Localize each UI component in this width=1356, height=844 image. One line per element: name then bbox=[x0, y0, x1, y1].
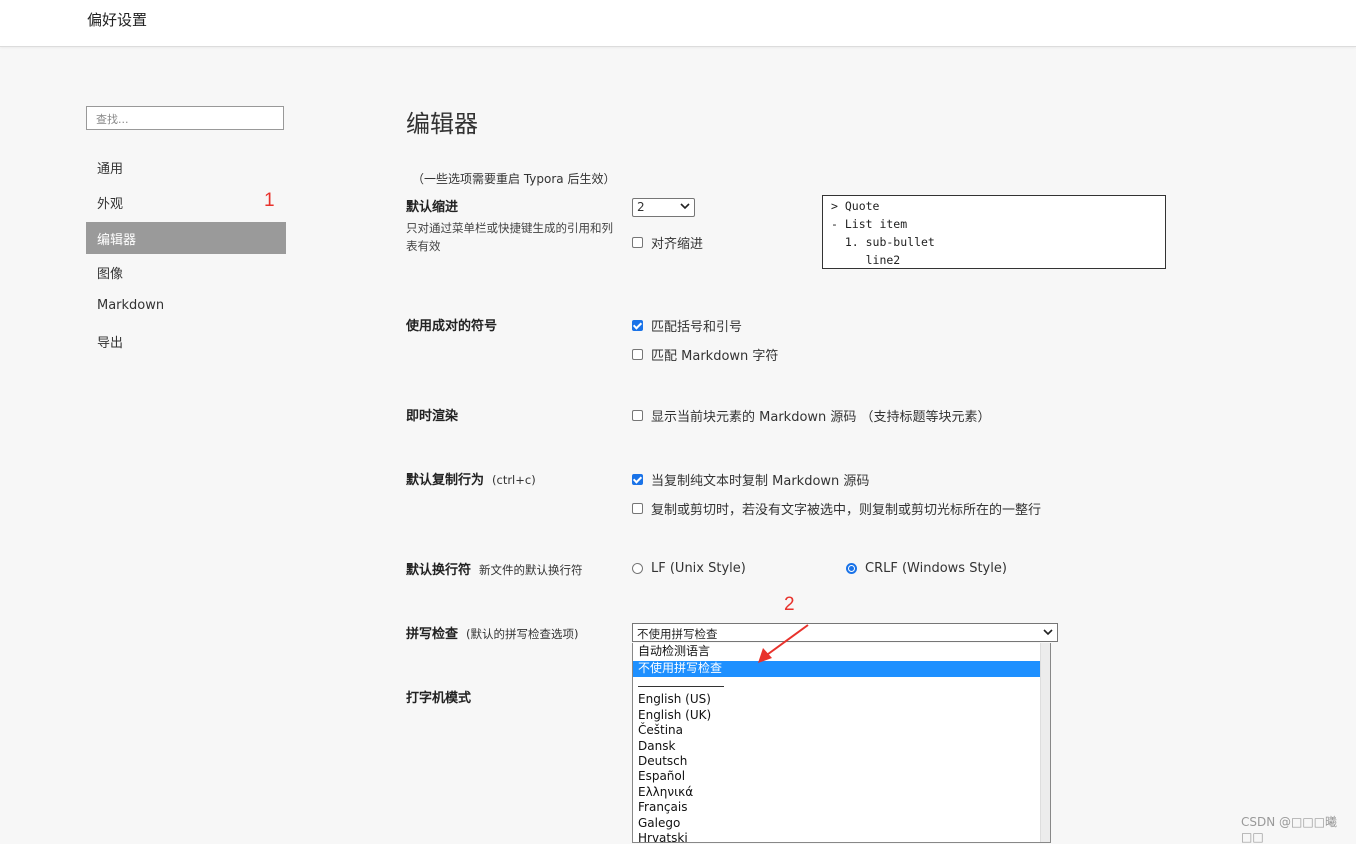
sidebar-item-general[interactable]: 通用 bbox=[86, 151, 286, 183]
match-markdown-option[interactable]: 匹配 Markdown 字符 bbox=[632, 345, 778, 364]
show-source-label: 显示当前块元素的 Markdown 源码 （支持标题等块元素） bbox=[651, 410, 991, 425]
dropdown-option[interactable]: Dansk bbox=[633, 739, 1043, 755]
chevron-down-icon bbox=[680, 203, 690, 210]
dropdown-option-selected[interactable]: 不使用拼写检查 bbox=[633, 661, 1043, 677]
line-ending-label: 默认换行符 新文件的默认换行符 bbox=[406, 559, 583, 578]
title-bar: 偏好设置 bbox=[0, 0, 1356, 47]
dropdown-option[interactable]: English (US) bbox=[633, 692, 1043, 708]
spell-label: 拼写检查 (默认的拼写检查选项) bbox=[406, 623, 579, 642]
indent-label: 默认缩进 bbox=[406, 200, 459, 215]
copy-line-label: 复制或剪切时，若没有文字被选中，则复制或剪切光标所在的一整行 bbox=[651, 503, 1042, 518]
copy-markdown-label: 当复制纯文本时复制 Markdown 源码 bbox=[651, 474, 870, 489]
dropdown-option[interactable]: Galego bbox=[633, 816, 1043, 832]
match-brackets-checkbox[interactable] bbox=[632, 320, 643, 331]
match-markdown-label: 匹配 Markdown 字符 bbox=[651, 349, 779, 364]
live-render-label: 即时渲染 bbox=[406, 409, 459, 424]
dropdown-separator bbox=[638, 686, 724, 687]
match-brackets-option[interactable]: 匹配括号和引号 bbox=[632, 316, 742, 335]
annotation-marker-2: 2 bbox=[784, 594, 795, 615]
crlf-label: CRLF (Windows Style) bbox=[865, 561, 1007, 576]
sidebar-item-export[interactable]: 导出 bbox=[86, 325, 286, 357]
chevron-down-icon bbox=[1043, 629, 1053, 636]
dropdown-option[interactable]: 自动检测语言 bbox=[633, 644, 1043, 660]
preview-line: - List item bbox=[831, 217, 908, 231]
copy-label: 默认复制行为 (ctrl+c) bbox=[406, 469, 536, 488]
spell-select[interactable]: 不使用拼写检查 bbox=[632, 623, 1058, 642]
lf-radio[interactable] bbox=[632, 563, 643, 574]
lf-option[interactable]: LF (Unix Style) bbox=[632, 561, 746, 576]
align-indent-option[interactable]: 对齐缩进 bbox=[632, 233, 703, 252]
show-source-checkbox[interactable] bbox=[632, 410, 643, 421]
pairs-label: 使用成对的符号 bbox=[406, 319, 498, 334]
dropdown-option[interactable]: English (UK) bbox=[633, 708, 1043, 724]
copy-markdown-checkbox[interactable] bbox=[632, 474, 643, 485]
window-title: 偏好设置 bbox=[87, 11, 148, 29]
typewriter-label: 打字机模式 bbox=[406, 691, 472, 706]
spell-dropdown: 自动检测语言 不使用拼写检查 English (US) English (UK)… bbox=[632, 643, 1051, 843]
page-title: 编辑器 bbox=[406, 110, 478, 138]
dropdown-option[interactable]: Ελληνικά bbox=[633, 785, 1043, 801]
sidebar-item-markdown[interactable]: Markdown bbox=[86, 291, 286, 323]
copy-line-checkbox[interactable] bbox=[632, 503, 643, 514]
sidebar-item-image[interactable]: 图像 bbox=[86, 256, 286, 288]
dropdown-option[interactable]: Čeština bbox=[633, 723, 1043, 739]
copy-label-text: 默认复制行为 bbox=[406, 473, 485, 488]
watermark: CSDN @□□□曦□□ bbox=[1241, 815, 1338, 844]
show-source-option[interactable]: 显示当前块元素的 Markdown 源码 （支持标题等块元素） bbox=[632, 406, 991, 425]
lf-label: LF (Unix Style) bbox=[651, 561, 746, 576]
match-markdown-checkbox[interactable] bbox=[632, 349, 643, 360]
preview-line: 1. sub-bullet bbox=[831, 235, 935, 249]
line-ending-label-text: 默认换行符 bbox=[406, 563, 472, 578]
spell-select-value: 不使用拼写检查 bbox=[637, 627, 718, 641]
annotation-marker-1: 1 bbox=[264, 190, 275, 211]
indent-select[interactable]: 2 bbox=[632, 198, 695, 217]
spell-label-text: 拼写检查 bbox=[406, 627, 459, 642]
restart-note: （一些选项需要重启 Typora 后生效） bbox=[412, 172, 616, 186]
indent-preview: > Quote - List item 1. sub-bullet line2 bbox=[822, 195, 1166, 269]
spell-label-sub: (默认的拼写检查选项) bbox=[466, 627, 579, 641]
dropdown-option[interactable]: Hrvatski bbox=[633, 831, 1043, 842]
sidebar-item-appearance[interactable]: 外观 bbox=[86, 186, 286, 218]
dropdown-option[interactable]: Deutsch bbox=[633, 754, 1043, 770]
copy-markdown-option[interactable]: 当复制纯文本时复制 Markdown 源码 bbox=[632, 470, 869, 489]
match-brackets-label: 匹配括号和引号 bbox=[651, 320, 743, 335]
preview-line: line2 bbox=[831, 253, 901, 267]
copy-line-option[interactable]: 复制或剪切时，若没有文字被选中，则复制或剪切光标所在的一整行 bbox=[632, 499, 1041, 518]
preview-line: > Quote bbox=[831, 199, 880, 213]
sidebar-item-editor[interactable]: 编辑器 bbox=[86, 222, 286, 254]
crlf-radio[interactable] bbox=[846, 563, 857, 574]
indent-description: 只对通过菜单栏或快捷键生成的引用和列表有效 bbox=[406, 221, 613, 253]
search-input[interactable]: 查找... bbox=[86, 106, 284, 130]
indent-value: 2 bbox=[637, 200, 645, 214]
crlf-option[interactable]: CRLF (Windows Style) bbox=[846, 561, 1007, 576]
dropdown-option[interactable]: Français bbox=[633, 800, 1043, 816]
line-ending-label-sub: 新文件的默认换行符 bbox=[479, 563, 583, 577]
dropdown-option[interactable]: Español bbox=[633, 769, 1043, 785]
align-indent-label: 对齐缩进 bbox=[651, 237, 704, 252]
copy-label-sub: (ctrl+c) bbox=[492, 473, 536, 487]
dropdown-scrollbar[interactable] bbox=[1040, 643, 1050, 842]
align-indent-checkbox[interactable] bbox=[632, 237, 643, 248]
